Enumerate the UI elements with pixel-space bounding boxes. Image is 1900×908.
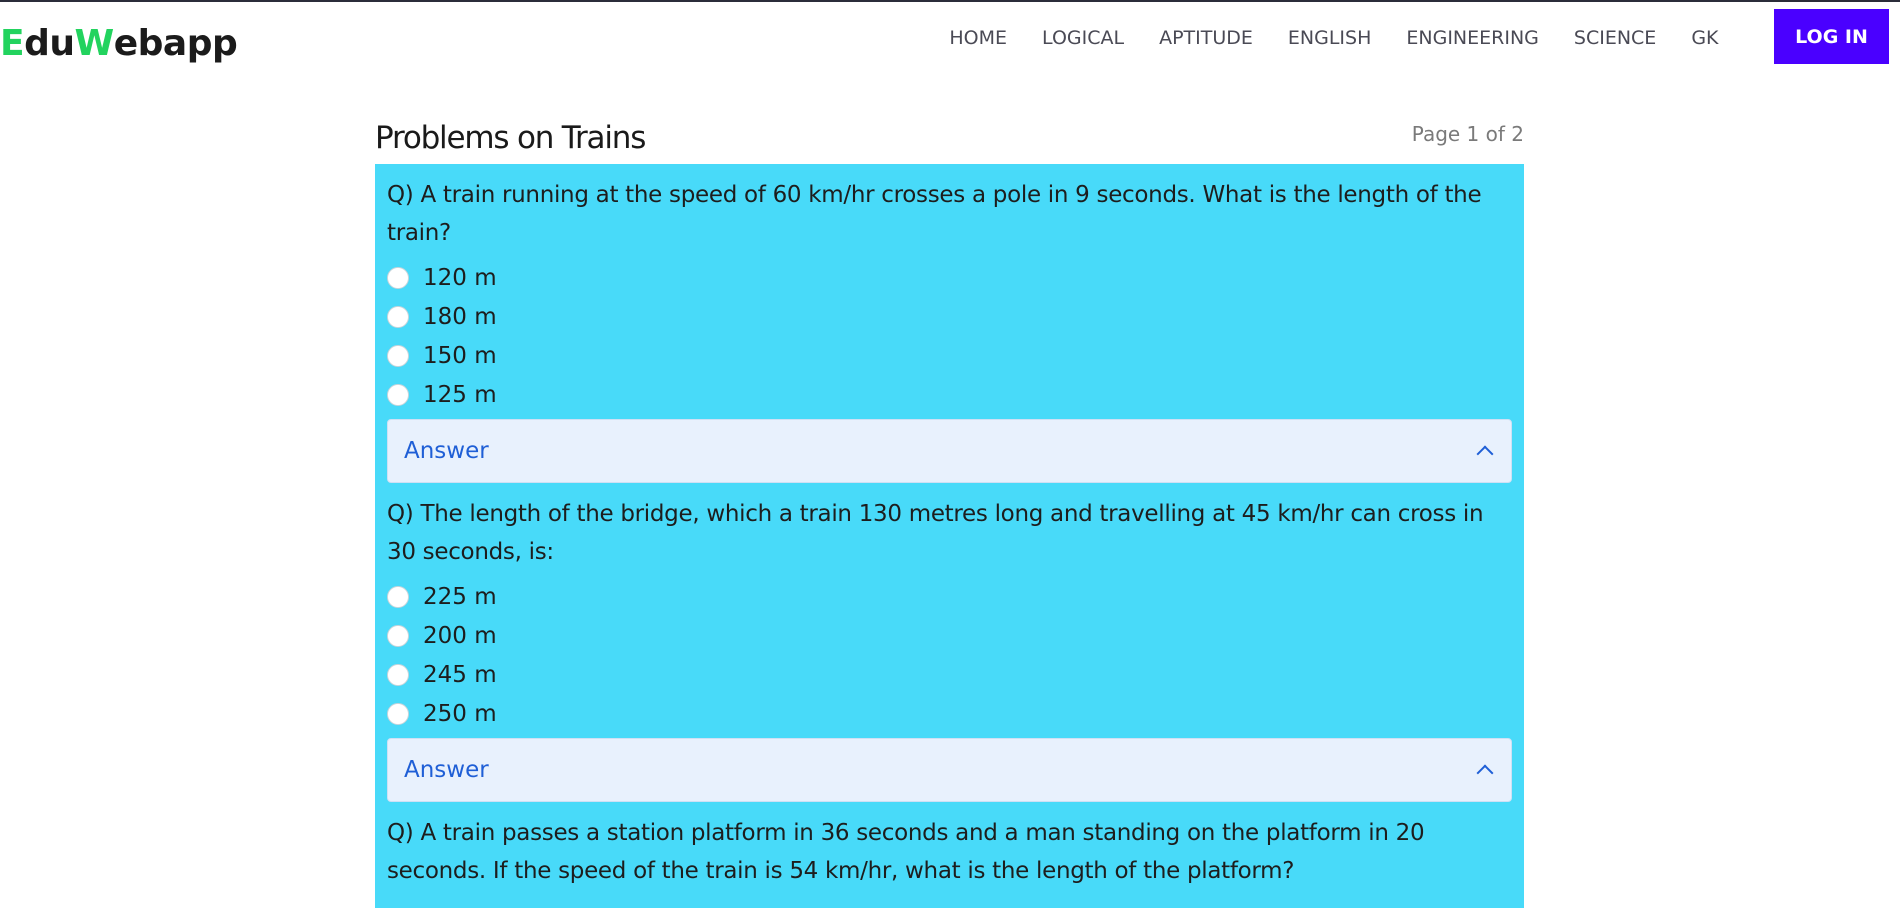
nav-link-english[interactable]: ENGLISH (1270, 24, 1388, 52)
quiz-panel: Q) A train running at the speed of 60 km… (375, 164, 1524, 908)
brand-letter-group: ebapp (113, 23, 238, 64)
question-block: Q) A train running at the speed of 60 km… (387, 176, 1512, 483)
nav-links: HOME LOGICAL APTITUDE ENGLISH ENGINEERING SCI… (932, 24, 1736, 52)
nav-link-home[interactable]: HOME (932, 24, 1025, 52)
answer-option[interactable]: 225 m (387, 577, 1512, 616)
radio-button[interactable] (387, 305, 409, 328)
option-label: 250 m (423, 700, 497, 727)
answer-accordion[interactable]: Answer (387, 738, 1512, 802)
question-block: Q) A train passes a station platform in … (387, 814, 1512, 890)
radio-button[interactable] (387, 344, 409, 367)
radio-button[interactable] (387, 585, 409, 608)
radio-button[interactable] (387, 266, 409, 289)
radio-button[interactable] (387, 702, 409, 725)
nav-link-logical[interactable]: LOGICAL (1025, 24, 1142, 52)
page-indicator: Page 1 of 2 (1411, 122, 1524, 146)
nav-link-gk[interactable]: GK (1674, 24, 1736, 52)
answer-label: Answer (404, 438, 489, 464)
login-button[interactable]: LOG IN (1774, 9, 1889, 64)
radio-button[interactable] (387, 383, 409, 406)
answer-option[interactable]: 150 m (387, 336, 1512, 375)
option-label: 245 m (423, 661, 497, 688)
brand-letter-group: W (74, 23, 115, 64)
option-label: 200 m (423, 622, 497, 649)
top-navbar: Edu Webapp HOME LOGICAL APTITUDE ENGLISH ENGI… (0, 2, 1900, 74)
option-label: 225 m (423, 583, 497, 610)
chevron-up-icon (1476, 764, 1494, 782)
page-title: Problems on Trains (375, 120, 646, 156)
answer-label: Answer (404, 757, 489, 783)
answer-option[interactable]: 120 m (387, 258, 1512, 297)
brand-letter-group: E (0, 23, 25, 64)
question-text: Q) A train running at the speed of 60 km… (387, 182, 1482, 246)
nav-link-science[interactable]: SCIENCE (1556, 24, 1673, 52)
answer-option[interactable]: 200 m (387, 616, 1512, 655)
answer-option[interactable]: 245 m (387, 655, 1512, 694)
page-header: Problems on Trains Page 1 of 2 (375, 112, 1524, 164)
option-label: 180 m (423, 303, 497, 330)
brand-letter-group: du (24, 23, 75, 64)
option-label: 120 m (423, 264, 497, 291)
answer-accordion[interactable]: Answer (387, 419, 1512, 483)
answer-option[interactable]: 180 m (387, 297, 1512, 336)
option-label: 125 m (423, 381, 497, 408)
answer-option[interactable]: 250 m (387, 694, 1512, 733)
question-text: Q) The length of the bridge, which a tra… (387, 501, 1484, 565)
question-text: Q) A train passes a station platform in … (387, 820, 1425, 884)
option-label: 150 m (423, 342, 497, 369)
main-content: Problems on Trains Page 1 of 2 Q) A trai… (375, 112, 1524, 908)
nav-link-aptitude[interactable]: APTITUDE (1142, 24, 1271, 52)
chevron-up-icon (1476, 445, 1494, 463)
radio-button[interactable] (387, 663, 409, 686)
radio-button[interactable] (387, 624, 409, 647)
answer-option[interactable]: 125 m (387, 375, 1512, 414)
brand-logo[interactable]: Edu Webapp (0, 20, 238, 68)
nav-link-engineering[interactable]: ENGINEERING (1389, 24, 1557, 52)
question-block: Q) The length of the bridge, which a tra… (387, 495, 1512, 802)
